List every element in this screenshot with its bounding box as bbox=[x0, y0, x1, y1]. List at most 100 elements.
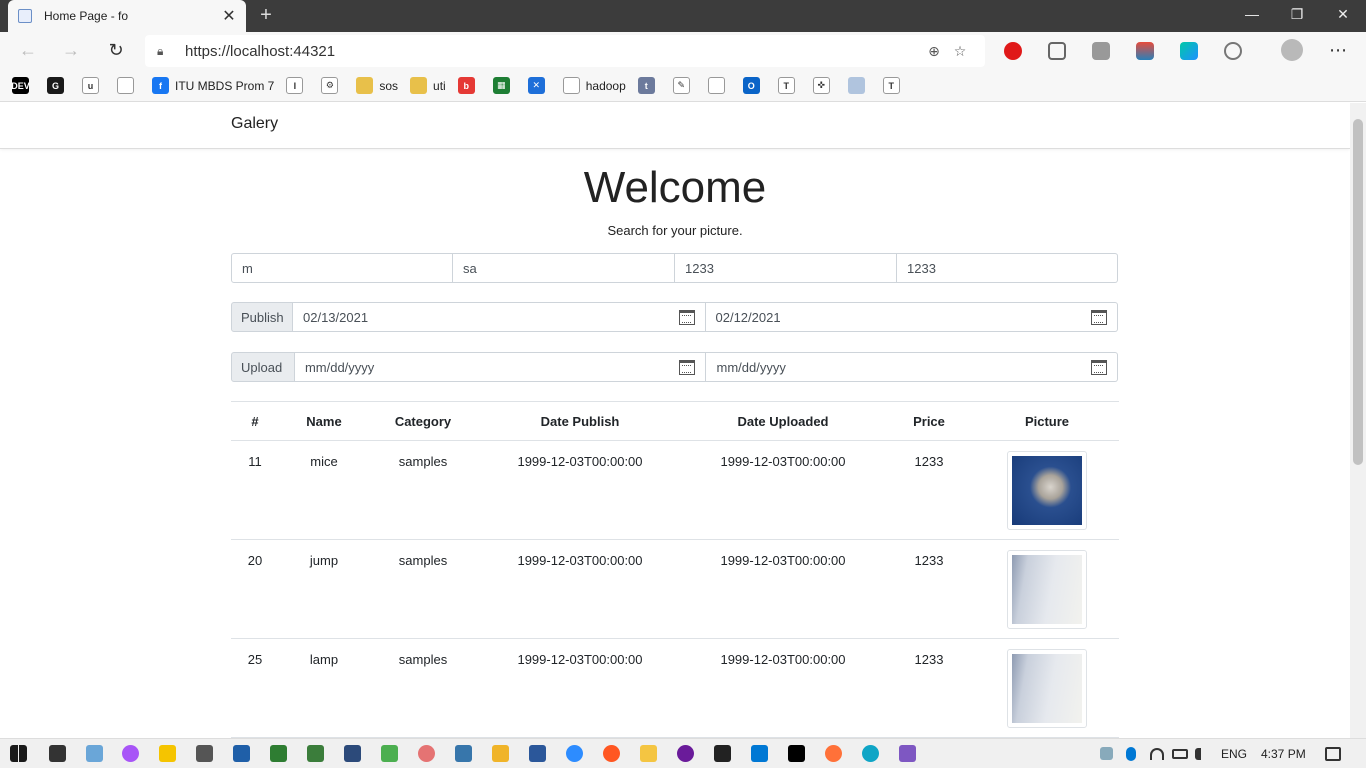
terminal-icon[interactable] bbox=[714, 745, 731, 762]
page-icon bbox=[562, 77, 580, 94]
messenger-icon[interactable] bbox=[122, 745, 139, 762]
bookmark-item[interactable]: ⚙ bbox=[321, 77, 344, 94]
restore-button[interactable]: ❐ bbox=[1282, 6, 1312, 23]
publish-to-date-input[interactable]: 02/12/2021 bbox=[705, 302, 1118, 332]
upload-to-date-input[interactable]: mm/dd/yyyy bbox=[706, 352, 1119, 382]
vscode-icon[interactable] bbox=[751, 745, 768, 762]
zoom-icon[interactable]: ⊕ bbox=[921, 43, 947, 60]
bug-extension-icon[interactable] bbox=[1224, 42, 1242, 60]
bookmark-item[interactable]: ✕ bbox=[527, 77, 551, 94]
app-icon[interactable] bbox=[86, 745, 103, 762]
language-indicator[interactable]: ENG bbox=[1221, 747, 1247, 761]
app-icon[interactable] bbox=[307, 745, 324, 762]
bookmark-item[interactable]: G bbox=[47, 77, 70, 94]
battery-icon[interactable] bbox=[1172, 749, 1188, 759]
picture-thumbnail[interactable] bbox=[1007, 550, 1087, 629]
powershell-icon[interactable] bbox=[233, 745, 250, 762]
bookmark-item[interactable]: u bbox=[82, 77, 105, 94]
cell-name: mice bbox=[279, 440, 369, 540]
minimize-button[interactable]: — bbox=[1237, 6, 1267, 22]
page-scrollbar[interactable] bbox=[1350, 103, 1366, 738]
browser-tab[interactable]: Home Page - fo ✕ bbox=[8, 0, 246, 32]
bookmark-item[interactable]: I bbox=[286, 77, 309, 94]
bookmark-item[interactable]: T bbox=[882, 77, 906, 94]
picture-thumbnail[interactable] bbox=[1007, 649, 1087, 728]
publish-from-date-input[interactable]: 02/13/2021 bbox=[293, 302, 706, 332]
address-bar[interactable]: 🔒︎ https://localhost:44321 ⊕ ☆ bbox=[145, 35, 985, 67]
bluetooth-icon[interactable] bbox=[1126, 747, 1136, 761]
wifi-icon[interactable] bbox=[1150, 748, 1164, 760]
bookmark-item[interactable]: ▦ bbox=[492, 77, 516, 94]
close-window-button[interactable]: ✕ bbox=[1328, 6, 1358, 23]
bookmark-item[interactable]: hadoop bbox=[562, 77, 626, 94]
tray-icon[interactable] bbox=[1100, 747, 1113, 760]
table-row[interactable]: 11 mice samples 1999-12-03T00:00:00 1999-12-… bbox=[231, 440, 1119, 540]
word-icon[interactable] bbox=[529, 745, 546, 762]
new-tab-button[interactable]: + bbox=[256, 4, 276, 27]
bookmark-item[interactable]: ✎ bbox=[672, 77, 696, 94]
file-explorer-icon[interactable] bbox=[640, 745, 657, 762]
calendar-icon[interactable] bbox=[679, 359, 696, 375]
back-arrow-icon[interactable]: ← bbox=[17, 40, 39, 61]
url-text[interactable]: https://localhost:44321 bbox=[185, 43, 921, 60]
app-icon[interactable] bbox=[677, 745, 694, 762]
more-options-icon[interactable]: ⋯ bbox=[1327, 40, 1349, 61]
adblock-extension-icon[interactable] bbox=[1004, 42, 1022, 60]
bookmark-item[interactable]: uti bbox=[410, 77, 446, 94]
navbar-brand[interactable]: Galery bbox=[231, 115, 278, 133]
refresh-icon[interactable]: ↻ bbox=[105, 40, 127, 61]
calculator-icon[interactable] bbox=[196, 745, 213, 762]
bookmark-item[interactable]: T bbox=[777, 77, 801, 94]
bookmark-item[interactable] bbox=[117, 77, 140, 94]
app-icon[interactable] bbox=[49, 745, 66, 762]
bookmark-item[interactable]: f ITU MBDS Prom 7 bbox=[152, 77, 274, 94]
close-tab-icon[interactable]: ✕ bbox=[222, 6, 236, 26]
bookmark-item[interactable]: b bbox=[457, 77, 481, 94]
bookmark-item[interactable]: t bbox=[637, 77, 661, 94]
extension-icon[interactable] bbox=[1136, 42, 1154, 60]
profile-avatar[interactable] bbox=[1281, 39, 1303, 61]
bookmark-item[interactable]: O bbox=[742, 77, 766, 94]
windows-start-icon[interactable] bbox=[10, 745, 27, 762]
publish-from-value: 02/13/2021 bbox=[303, 309, 369, 325]
firefox-icon[interactable] bbox=[825, 745, 842, 762]
intellij-icon[interactable] bbox=[788, 745, 805, 762]
upload-from-date-input[interactable]: mm/dd/yyyy bbox=[294, 352, 707, 382]
calendar-icon[interactable] bbox=[678, 309, 695, 325]
calendar-icon[interactable] bbox=[1091, 359, 1108, 375]
zoom-icon[interactable] bbox=[566, 745, 583, 762]
table-row[interactable]: 25 lamp samples 1999-12-03T00:00:00 1999-12-… bbox=[231, 638, 1119, 738]
app-icon[interactable] bbox=[270, 745, 287, 762]
add-favorite-icon[interactable]: ☆ bbox=[947, 43, 973, 60]
notifications-icon[interactable] bbox=[1325, 747, 1341, 761]
edge-icon[interactable] bbox=[862, 745, 879, 762]
category-filter-input[interactable] bbox=[453, 253, 675, 283]
app-icon[interactable] bbox=[492, 745, 509, 762]
bookmark-item[interactable]: DEV bbox=[11, 77, 35, 94]
app-icon[interactable] bbox=[381, 745, 398, 762]
picture-thumbnail[interactable] bbox=[1007, 451, 1087, 530]
price-max-input[interactable] bbox=[897, 253, 1118, 283]
clock[interactable]: 4:37 PM bbox=[1261, 747, 1306, 761]
bookmark-item[interactable] bbox=[707, 77, 731, 94]
app-icon[interactable] bbox=[418, 745, 435, 762]
collections-extension-icon[interactable] bbox=[1092, 42, 1110, 60]
table-row[interactable]: 20 jump samples 1999-12-03T00:00:00 1999-12-… bbox=[231, 539, 1119, 639]
bookmark-item[interactable] bbox=[847, 77, 871, 94]
nimbus-extension-icon[interactable] bbox=[1180, 42, 1198, 60]
scrollbar-thumb[interactable] bbox=[1353, 119, 1363, 465]
volume-icon[interactable] bbox=[1195, 748, 1209, 760]
bookmark-label: uti bbox=[433, 78, 446, 93]
bookmark-item[interactable]: sos bbox=[356, 77, 398, 94]
screenshot-extension-icon[interactable] bbox=[1048, 42, 1066, 60]
calendar-icon[interactable] bbox=[1091, 309, 1107, 325]
app-icon[interactable] bbox=[603, 745, 620, 762]
forward-arrow-icon[interactable]: → bbox=[60, 40, 82, 61]
visual-studio-icon[interactable] bbox=[899, 745, 916, 762]
name-filter-input[interactable] bbox=[231, 253, 453, 283]
price-min-input[interactable] bbox=[675, 253, 897, 283]
bookmark-item[interactable]: ✜ bbox=[812, 77, 836, 94]
python-icon[interactable] bbox=[455, 745, 472, 762]
app-icon[interactable] bbox=[344, 745, 361, 762]
app-icon[interactable] bbox=[159, 745, 176, 762]
